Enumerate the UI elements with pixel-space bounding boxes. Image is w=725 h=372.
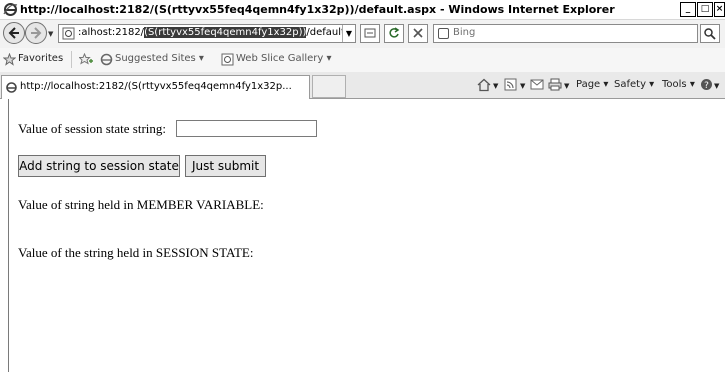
feeds-icon[interactable]: [504, 78, 517, 91]
favorites-bar: Favorites Suggested Sites ▾ Web Slice Ga…: [0, 48, 725, 72]
member-variable-label: Value of string held in MEMBER VARIABLE:: [18, 197, 264, 212]
search-input[interactable]: Bing: [433, 24, 698, 43]
print-dropdown-icon[interactable]: ▼: [564, 82, 569, 90]
new-tab-button[interactable]: [312, 75, 346, 98]
svg-text:?: ?: [704, 81, 709, 91]
session-string-label: Value of session state string:: [18, 121, 167, 136]
window-title: http://localhost:2182/(S(rttyvx55feq4qem…: [20, 3, 615, 16]
home-dropdown-icon[interactable]: ▼: [493, 82, 498, 90]
back-arrow-icon: [8, 27, 19, 39]
tab-row: http://localhost:2182/(S(rttyvx55feq4qem…: [0, 72, 725, 99]
forward-arrow-icon: [31, 27, 42, 39]
refresh-button[interactable]: [384, 24, 404, 43]
stop-icon: [413, 28, 423, 38]
minimize-button[interactable]: _: [680, 2, 696, 17]
safety-menu[interactable]: Safety ▾: [614, 79, 654, 90]
address-selection: (S(rttyvx55feq4qemn4fy1x32p)): [144, 27, 307, 38]
session-string-input[interactable]: [176, 120, 317, 137]
favorites-button[interactable]: Favorites: [18, 53, 63, 64]
favorites-separator: [71, 51, 72, 68]
mail-icon[interactable]: [530, 79, 544, 90]
compatibility-view-button[interactable]: [360, 24, 380, 43]
just-submit-button[interactable]: Just submit: [185, 155, 266, 177]
ie-logo-icon: [3, 3, 18, 16]
search-placeholder: Bing: [453, 27, 476, 38]
tab-title: http://localhost:2182/(S(rttyvx55feq4qem…: [20, 81, 292, 92]
compatibility-icon: [364, 28, 376, 38]
search-icon: [704, 28, 716, 40]
title-bar: http://localhost:2182/(S(rttyvx55feq4qem…: [0, 0, 725, 20]
back-button[interactable]: [3, 22, 25, 44]
page-left-border: [8, 99, 9, 372]
address-bar[interactable]: :alhost:2182/(S(rttyvx55feq4qemn4fy1x32p…: [58, 24, 356, 43]
help-icon[interactable]: ?: [700, 78, 713, 91]
search-button[interactable]: [700, 24, 720, 43]
refresh-icon: [389, 27, 400, 38]
navigation-bar: ▼ :alhost:2182/(S(rttyvx55feq4qemn4fy1x3…: [0, 20, 725, 48]
maximize-button[interactable]: □: [697, 2, 713, 17]
address-dropdown-icon[interactable]: ▼: [342, 25, 355, 42]
favorites-star-icon: [3, 53, 16, 66]
web-slice-gallery-link[interactable]: Web Slice Gallery ▾: [236, 53, 332, 64]
page-menu[interactable]: Page ▾: [576, 79, 608, 90]
close-button[interactable]: ×: [714, 2, 725, 17]
history-dropdown-icon[interactable]: ▼: [48, 30, 53, 38]
tools-menu[interactable]: Tools ▾: [662, 79, 695, 90]
help-dropdown-icon[interactable]: ▼: [714, 82, 719, 90]
address-text: :alhost:2182/(S(rttyvx55feq4qemn4fy1x32p…: [78, 27, 355, 38]
suggested-sites-link[interactable]: Suggested Sites ▾: [115, 53, 204, 64]
bing-logo-icon: [438, 28, 449, 39]
print-icon[interactable]: [548, 78, 562, 91]
suggested-sites-icon: [100, 53, 113, 66]
add-to-session-button[interactable]: Add string to session state: [18, 155, 180, 177]
page-favicon-icon: [62, 27, 75, 40]
session-state-label: Value of the string held in SESSION STAT…: [18, 245, 254, 260]
home-icon[interactable]: [477, 78, 491, 92]
stop-button[interactable]: [408, 24, 428, 43]
page-content: [0, 99, 725, 372]
tab-current[interactable]: http://localhost:2182/(S(rttyvx55feq4qem…: [1, 75, 310, 99]
feeds-dropdown-icon[interactable]: ▼: [520, 82, 525, 90]
forward-button[interactable]: [25, 22, 47, 44]
tab-favicon-icon: [6, 82, 17, 93]
web-slice-icon: [221, 53, 234, 66]
add-to-favorites-icon[interactable]: [79, 53, 93, 66]
